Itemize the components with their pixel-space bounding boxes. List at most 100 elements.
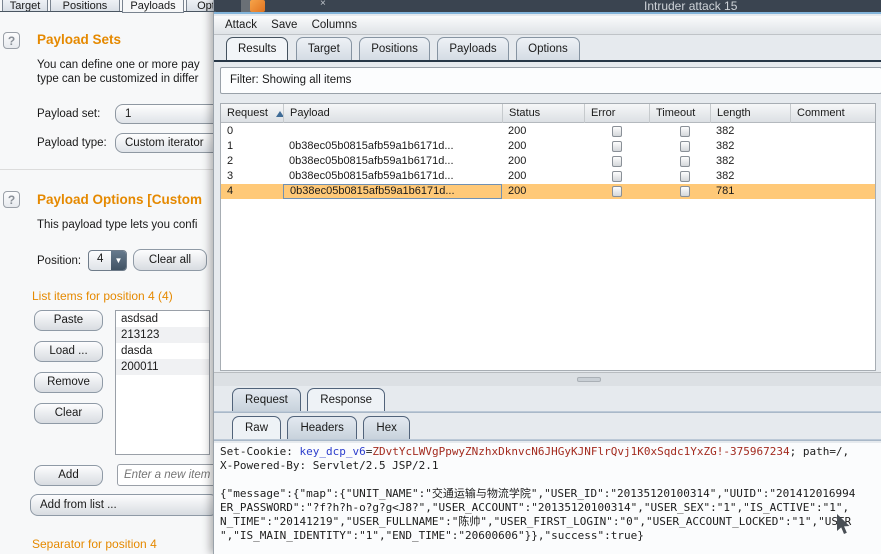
tab-hex[interactable]: Hex <box>363 416 409 439</box>
view-tab-underline <box>214 439 881 441</box>
timeout-checkbox[interactable] <box>680 156 690 167</box>
cell-status: 200 <box>502 139 584 154</box>
col-status[interactable]: Status <box>502 104 584 123</box>
remove-button[interactable]: Remove <box>34 372 103 393</box>
col-comment[interactable]: Comment <box>790 104 875 123</box>
table-row[interactable]: 0 200 382 <box>221 124 875 139</box>
position-label: Position: <box>37 255 81 267</box>
payload-type-label: Payload type: <box>37 137 107 149</box>
col-request[interactable]: Request <box>221 104 283 123</box>
menu-save[interactable]: Save <box>271 16 297 34</box>
menu-columns[interactable]: Columns <box>312 16 357 34</box>
tab-target[interactable]: Target <box>296 37 352 60</box>
tab-request[interactable]: Request <box>232 388 301 411</box>
timeout-checkbox[interactable] <box>680 186 690 197</box>
pane-splitter[interactable] <box>214 372 881 386</box>
tab-options[interactable]: Options <box>516 37 580 60</box>
cell-status: 200 <box>502 154 584 169</box>
response-line: ","IS_MAIN_IDENTITY":"1","END_TIME":"206… <box>220 529 644 543</box>
payload-items-list[interactable]: asdsad 213123 dasda 200011 <box>115 310 210 455</box>
timeout-checkbox[interactable] <box>680 126 690 137</box>
clear-all-button[interactable]: Clear all <box>133 249 207 271</box>
message-tab-underline <box>214 411 881 413</box>
load-button[interactable]: Load ... <box>34 341 103 362</box>
error-checkbox[interactable] <box>612 186 622 197</box>
table-row[interactable]: 3 0b38ec05b0815afb59a1b6171d... 200 382 <box>221 169 875 184</box>
burp-app-icon <box>250 0 265 12</box>
paste-button[interactable]: Paste <box>34 310 103 331</box>
cell-payload: 0b38ec05b0815afb59a1b6171d... <box>283 154 502 169</box>
col-error[interactable]: Error <box>584 104 649 123</box>
payload-options-heading: Payload Options [Custom <box>37 192 202 207</box>
cell-length: 382 <box>710 169 790 184</box>
add-button[interactable]: Add <box>34 465 103 486</box>
table-header: Request Payload Status Error Timeout Len… <box>221 104 875 123</box>
tab-positions[interactable]: Positions <box>359 37 430 60</box>
tab-headers[interactable]: Headers <box>287 416 356 439</box>
clear-button[interactable]: Clear <box>34 403 103 424</box>
cell-request: 2 <box>221 154 283 169</box>
table-row-selected[interactable]: 4 0b38ec05b0815afb59a1b6171d... 200 781 <box>221 184 875 199</box>
response-editor[interactable]: Set-Cookie: key_dcp_v6=ZDvtYcLWVgPpwyZNz… <box>214 443 881 554</box>
col-payload[interactable]: Payload <box>283 104 502 123</box>
payload-set-dropdown[interactable]: 1 <box>115 104 216 124</box>
error-checkbox[interactable] <box>612 171 622 182</box>
tab-raw[interactable]: Raw <box>232 416 281 439</box>
splitter-grip-icon[interactable] <box>577 377 601 382</box>
tab-underline <box>214 60 881 62</box>
window-titlebar[interactable]: × Intruder attack 15 <box>214 0 881 14</box>
cookie-name: key_dcp_v6 <box>299 445 365 458</box>
list-item[interactable]: dasda <box>116 343 209 359</box>
tab-payloads[interactable]: Payloads <box>437 37 508 60</box>
position-dropdown[interactable]: 4 ▼ <box>88 250 127 271</box>
mouse-cursor <box>836 514 850 536</box>
filter-bar[interactable]: Filter: Showing all items <box>220 67 881 94</box>
filter-text: Filter: Showing all items <box>230 74 351 86</box>
message-tab-bar: Request Response <box>232 388 387 411</box>
cookie-value: ZDvtYcLWVgPpwyZNzhxDknvcN6JHGyKJNFlrQvj1… <box>372 445 789 458</box>
list-item[interactable]: 213123 <box>116 327 209 343</box>
table-row[interactable]: 1 0b38ec05b0815afb59a1b6171d... 200 382 <box>221 139 875 154</box>
chevron-down-icon: ▼ <box>111 251 126 270</box>
list-items-heading: List items for position 4 (4) <box>32 289 173 303</box>
error-checkbox[interactable] <box>612 141 622 152</box>
payload-sets-heading: Payload Sets <box>37 32 121 47</box>
help-icon[interactable]: ? <box>3 32 20 49</box>
error-checkbox[interactable] <box>612 126 622 137</box>
payload-set-label: Payload set: <box>37 108 100 120</box>
cell-payload <box>283 124 502 139</box>
tab-payloads[interactable]: Payloads <box>122 0 184 13</box>
cell-payload: 0b38ec05b0815afb59a1b6171d... <box>283 169 502 184</box>
cell-length: 382 <box>710 154 790 169</box>
timeout-checkbox[interactable] <box>680 171 690 182</box>
response-line: {"message":{"map":{"UNIT_NAME":"交通运输与物流学… <box>220 487 855 501</box>
payload-sets-desc-2: type can be customized in differ <box>37 73 199 85</box>
cell-request: 3 <box>221 169 283 184</box>
payload-type-dropdown[interactable]: Custom iterator <box>115 133 216 153</box>
timeout-checkbox[interactable] <box>680 141 690 152</box>
payload-sets-desc-1: You can define one or more pay <box>37 59 200 71</box>
cell-request: 0 <box>221 124 283 139</box>
tab-results[interactable]: Results <box>226 37 288 60</box>
menu-attack[interactable]: Attack <box>225 16 257 34</box>
close-icon[interactable]: × <box>320 0 326 9</box>
cell-length: 382 <box>710 139 790 154</box>
results-table: Request Payload Status Error Timeout Len… <box>220 103 876 371</box>
response-line-setcookie: Set-Cookie: key_dcp_v6=ZDvtYcLWVgPpwyZNz… <box>220 445 849 459</box>
response-line: N_TIME":"20141219","USER_FULLNAME":"陈帅",… <box>220 515 851 529</box>
new-item-input[interactable] <box>117 464 216 486</box>
list-item[interactable]: 200011 <box>116 359 209 375</box>
section-divider <box>0 169 216 170</box>
separator-heading: Separator for position 4 <box>32 537 157 551</box>
table-row[interactable]: 2 0b38ec05b0815afb59a1b6171d... 200 382 <box>221 154 875 169</box>
error-checkbox[interactable] <box>612 156 622 167</box>
tab-response[interactable]: Response <box>307 388 385 411</box>
cell-status: 200 <box>502 124 584 139</box>
add-from-list-dropdown[interactable]: Add from list ... <box>30 494 216 516</box>
col-timeout[interactable]: Timeout <box>649 104 710 123</box>
col-length[interactable]: Length <box>710 104 790 123</box>
response-line: X-Powered-By: Servlet/2.5 JSP/2.1 <box>220 459 439 473</box>
list-item[interactable]: asdsad <box>116 311 209 327</box>
cell-payload-focused: 0b38ec05b0815afb59a1b6171d... <box>283 184 502 199</box>
help-icon[interactable]: ? <box>3 191 20 208</box>
